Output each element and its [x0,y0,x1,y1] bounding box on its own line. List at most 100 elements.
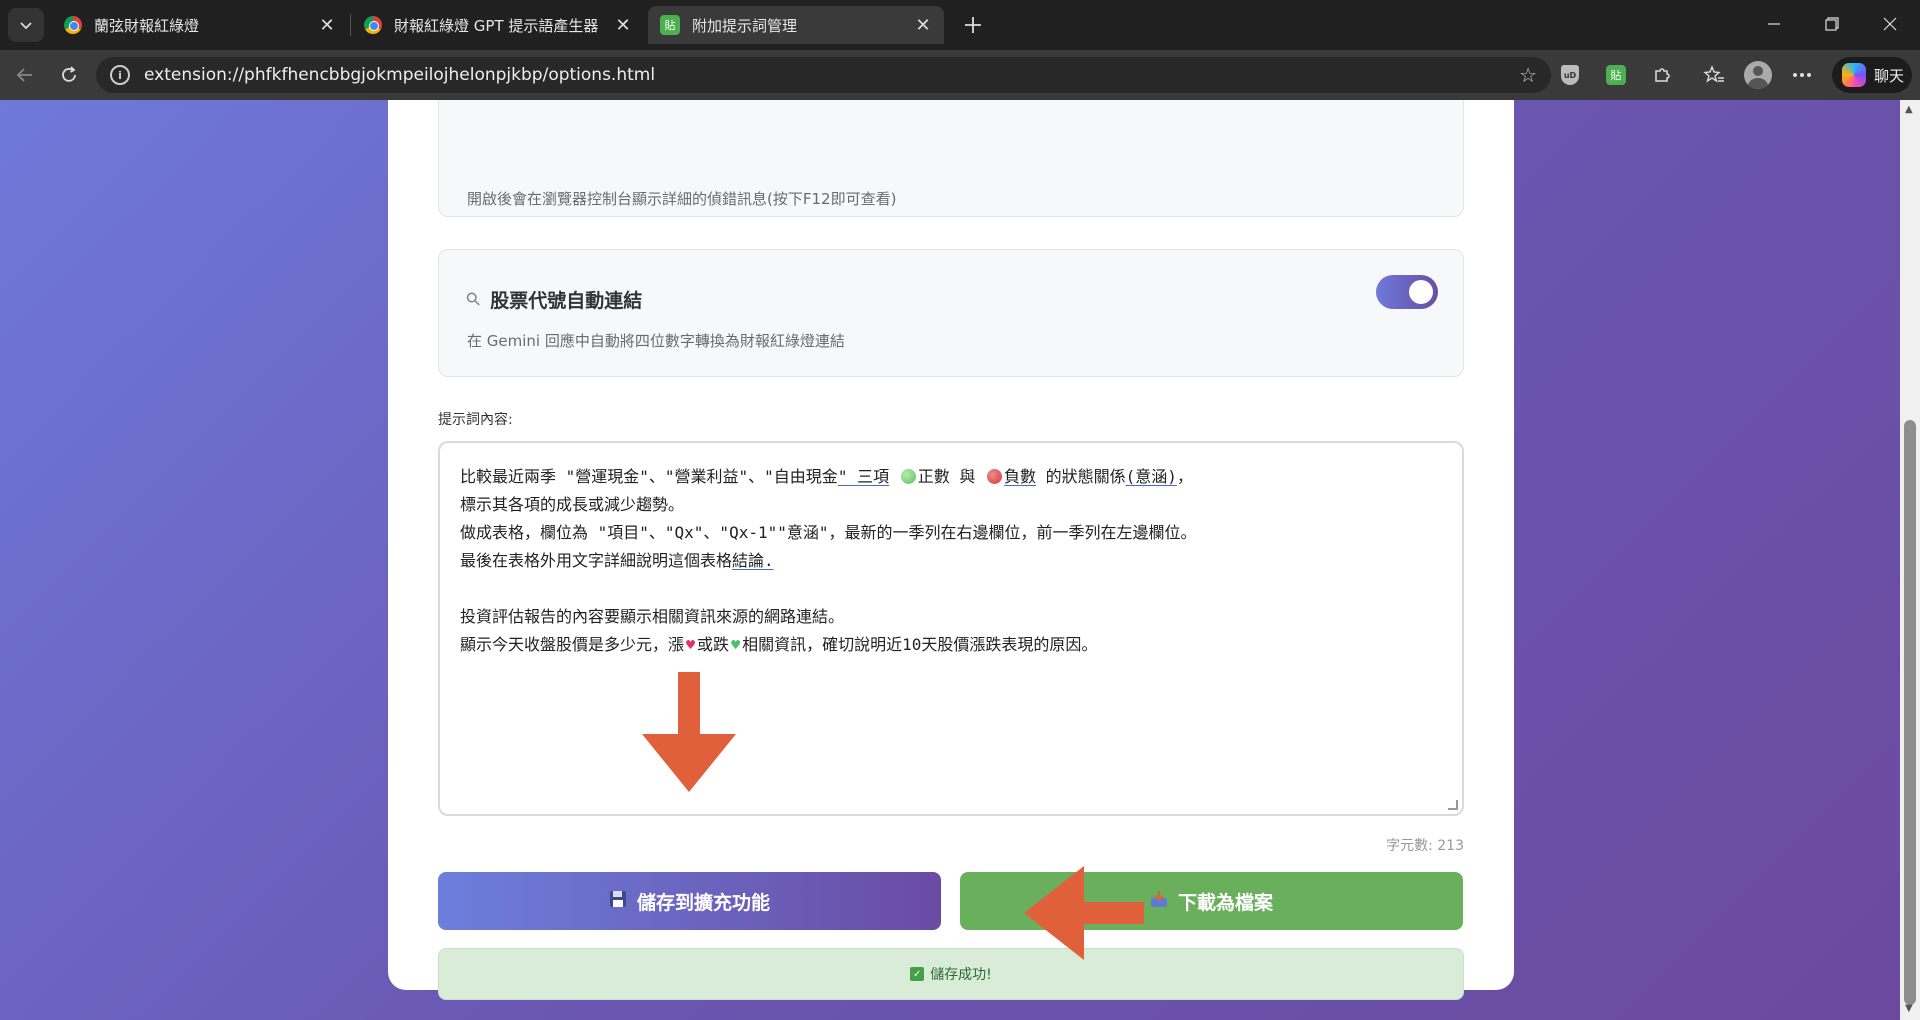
text-segment: 比較最近兩季 "營運現金"、"營業利益"、"自由現金 [460,467,838,486]
debug-mode-description: 開啟後會在瀏覽器控制台顯示詳細的偵錯訊息(按下F12即可查看) [467,190,897,208]
save-button-label: 儲存到擴充功能 [636,891,770,914]
text-segment: 或跌 [697,635,730,654]
minimize-icon [1768,23,1780,25]
reload-button[interactable] [52,58,86,92]
tab-list-menu-button[interactable] [8,8,44,42]
shield-icon: uD [1561,65,1579,85]
char-count: 字元數: 213 [1386,838,1464,854]
text-segment: (意涵) [1125,467,1177,486]
close-icon [1883,17,1897,31]
copilot-chat-button[interactable]: 聊天 [1832,57,1912,93]
scroll-up-icon[interactable]: ▲ [1905,104,1913,115]
resize-handle[interactable] [1448,800,1458,810]
puzzle-icon [1655,68,1670,82]
green-circle-icon [900,469,916,484]
prompt-line-3: 做成表格，欄位為 "項目"、"Qx"、"Qx-1""意涵"，最新的一季列在右邊欄… [460,523,1197,542]
check-icon: ✓ [910,967,925,981]
arrow-left-icon [16,68,32,82]
tab-1[interactable]: 蘭弦財報紅綠燈 ✕ [52,6,348,44]
toggle-knob [1409,280,1433,304]
prompt-line-5 [460,575,1442,603]
auto-link-description: 在 Gemini 回應中自動將四位數字轉換為財報紅綠燈連結 [467,332,845,350]
link-icon: ⚲ [461,287,486,312]
tab-strip: 蘭弦財報紅綠燈 ✕ 財報紅綠燈 GPT 提示語產生器 ✕ 貼 附加提示詞管理 ✕ [0,0,1920,50]
options-card: 開啟後會在瀏覽器控制台顯示詳細的偵錯訊息(按下F12即可查看) ⚲ 股票代號自動… [388,100,1514,1000]
back-button[interactable] [8,58,42,92]
red-circle-icon [987,469,1003,484]
prompt-textarea[interactable]: 比較最近兩季 "營運現金"、"營業利益"、"自由現金" 三項 正數 與 負數 的… [438,441,1464,816]
status-text: 儲存成功! [930,967,992,983]
red-heart-icon: ♥ [686,636,696,654]
extensions-button[interactable] [1650,63,1674,87]
text-segment: " 三項 [837,467,890,486]
paste-extension-icon: 貼 [1606,65,1626,85]
favorites-button[interactable] [1702,63,1726,87]
close-icon[interactable]: ✕ [914,15,932,36]
prompt-line-7: 顯示今天收盤股價是多少元，漲 ♥ 或跌 ♥ 相關資訊，確切說明近10天股價漲跌表現的原因… [460,631,1442,659]
text-segment: ， [1176,467,1193,486]
debug-mode-setting: 開啟後會在瀏覽器控制台顯示詳細的偵錯訊息(按下F12即可查看) [438,100,1464,217]
tab-title: 附加提示詞管理 [692,16,798,35]
chrome-icon [64,16,82,34]
prompt-line-2: 標示其各項的成長或減少趨勢。 [460,495,685,514]
prompt-line-4: 最後在表格外用文字詳細說明這個表格結論. [460,547,1442,575]
auto-link-title: 股票代號自動連結 [490,290,643,312]
reload-icon [62,66,76,82]
avatar [1744,61,1772,89]
browser-toolbar: i extension://phfkfhencbbgjokmpeilojhelo… [0,50,1920,100]
paste-extension-button[interactable]: 貼 [1604,63,1628,87]
ublock-extension[interactable]: uD [1558,63,1582,87]
auto-link-title-row: ⚲ 股票代號自動連結 [462,286,643,313]
scrollbar-thumb[interactable] [1904,420,1916,1005]
tab-2[interactable]: 財報紅綠燈 GPT 提示語產生器 ✕ [352,6,644,44]
text-segment: 結論. [732,551,774,570]
star-icon[interactable]: ☆ [1519,63,1537,87]
down-arrow-annotation [642,672,736,792]
tab-title: 蘭弦財報紅綠燈 [94,16,200,35]
copilot-label: 聊天 [1874,66,1905,85]
restore-button[interactable] [1804,0,1860,48]
profile-button[interactable] [1744,61,1772,89]
more-icon [1793,73,1811,77]
prompt-line-1: 比較最近兩季 "營運現金"、"營業利益"、"自由現金" 三項 正數 與 負數 的… [460,463,1442,491]
tab-title: 財報紅綠燈 GPT 提示語產生器 [394,16,599,35]
text-segment: 正數 與 [917,467,986,486]
new-tab-button[interactable] [958,10,988,40]
close-icon[interactable]: ✕ [614,15,632,36]
left-arrow-annotation [1024,866,1144,960]
save-to-extension-button[interactable]: 儲存到擴充功能 [438,872,941,930]
text-segment: 顯示今天收盤股價是多少元，漲 [460,635,685,654]
minimize-button[interactable] [1746,0,1802,48]
inbox-tray-icon [1150,890,1168,913]
prompt-line-6: 投資評估報告的內容要顯示相關資訊來源的網路連結。 [460,607,845,626]
chevron-down-icon [20,22,32,30]
plus-icon [965,17,981,33]
tab-separator [350,14,351,36]
paste-extension-icon: 貼 [660,15,680,35]
address-bar[interactable]: i extension://phfkfhencbbgjokmpeilojhelo… [96,57,1551,93]
scroll-down-icon[interactable]: ▼ [1905,1003,1913,1014]
status-message: ✓ 儲存成功! [438,948,1464,1000]
auto-link-setting: ⚲ 股票代號自動連結 在 Gemini 回應中自動將四位數字轉換為財報紅綠燈連結 [438,249,1464,377]
page-viewport: 開啟後會在瀏覽器控制台顯示詳細的偵錯訊息(按下F12即可查看) ⚲ 股票代號自動… [0,100,1920,1020]
text-segment: 相關資訊，確切說明近10天股價漲跌表現的原因。 [742,635,1098,654]
info-icon[interactable]: i [110,65,130,85]
close-icon[interactable]: ✕ [318,15,336,36]
favorites-icon [1703,65,1724,83]
download-button-label: 下載為檔案 [1177,891,1273,914]
url-text: extension://phfkfhencbbgjokmpeilojhelonp… [144,65,656,85]
prompt-label: 提示詞內容: [438,412,513,428]
text-segment: 負數 [1004,467,1037,486]
more-menu-button[interactable] [1790,63,1814,87]
auto-link-toggle[interactable] [1376,275,1438,309]
chrome-icon [364,16,382,34]
floppy-disk-icon [609,890,627,913]
copilot-icon [1842,63,1866,87]
page-scrollbar[interactable]: ▲ ▼ [1900,100,1920,1020]
tab-3-active[interactable]: 貼 附加提示詞管理 ✕ [648,6,944,44]
text-segment: 的狀態關係 [1036,467,1126,486]
text-segment: 最後在表格外用文字詳細說明這個表格 [460,551,733,570]
restore-icon [1825,17,1839,31]
green-heart-icon: ♥ [731,636,741,654]
close-window-button[interactable] [1862,0,1918,48]
